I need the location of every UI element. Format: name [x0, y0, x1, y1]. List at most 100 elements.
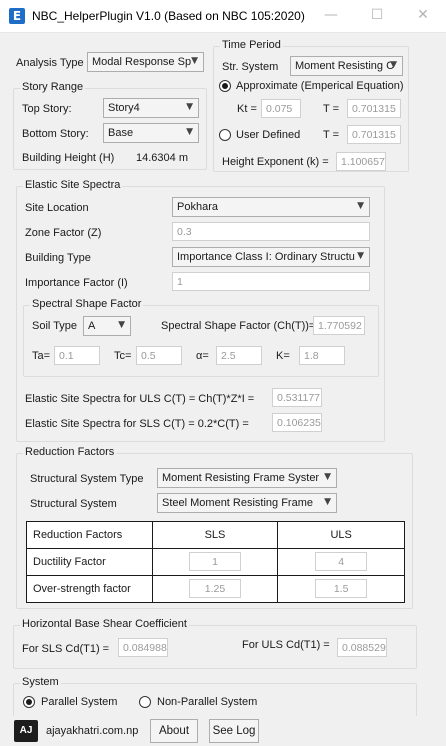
building-height-label: Building Height (H): [22, 152, 115, 164]
table-header-row: Reduction Factors SLS ULS: [26, 521, 405, 549]
bottom-story-label: Bottom Story:: [22, 128, 89, 140]
story-range-legend: Story Range: [20, 81, 86, 93]
str-system-label: Str. System: [222, 61, 279, 73]
structural-system-type-label: Structural System Type: [30, 473, 144, 485]
reduction-factors-group: Reduction Factors Structural System Type…: [16, 446, 413, 609]
top-story-select[interactable]: Story4 ▼: [103, 98, 199, 118]
zone-factor-input[interactable]: 0.3: [172, 222, 370, 241]
minimize-button[interactable]: —: [308, 0, 354, 30]
footer-bar: AJ ajayakhatri.com.np About See Log: [0, 716, 446, 746]
user-defined-label: User Defined: [236, 129, 301, 141]
maximize-icon: ☐: [370, 7, 384, 23]
chevron-down-icon: ▼: [118, 320, 125, 330]
bottom-story-select[interactable]: Base ▼: [103, 123, 199, 143]
analysis-type-select[interactable]: Modal Response Sp ▼: [87, 52, 204, 72]
table-row: Ductility Factor 1 4: [26, 548, 405, 576]
soil-type-label: Soil Type: [32, 320, 78, 332]
ta-input[interactable]: 0.1: [54, 346, 100, 365]
time-period-legend: Time Period: [220, 39, 283, 51]
sls-spectra-label: Elastic Site Spectra for SLS C(T) = 0.2*…: [25, 418, 249, 430]
non-parallel-system-radio[interactable]: [139, 696, 151, 708]
see-log-button[interactable]: See Log: [209, 719, 259, 743]
structural-system-label: Structural System: [30, 498, 117, 510]
t-approx-label: T =: [323, 103, 340, 115]
approximate-label: Approximate (Emperical Equation): [236, 80, 404, 92]
table-header-cell: SLS: [151, 521, 279, 549]
website-link[interactable]: ajayakhatri.com.np: [46, 725, 138, 737]
about-button[interactable]: About: [150, 719, 198, 743]
spectral-shape-factor-legend: Spectral Shape Factor: [30, 298, 144, 310]
sls-cd-input[interactable]: 0.084988: [118, 638, 168, 657]
t-user-input[interactable]: 0.701315: [347, 125, 401, 144]
alpha-label: α=: [196, 350, 209, 362]
spectral-shape-factor-label: Spectral Shape Factor (Ch(T))=: [161, 320, 316, 332]
approximate-radio[interactable]: [219, 80, 231, 92]
analysis-type-label: Analysis Type: [16, 57, 84, 69]
alpha-input[interactable]: 2.5: [216, 346, 262, 365]
non-parallel-system-label: Non-Parallel System: [157, 696, 258, 708]
tc-label: Tc=: [114, 350, 132, 362]
t-user-label: T =: [323, 129, 340, 141]
zone-factor-label: Zone Factor (Z): [25, 227, 102, 239]
overstrength-uls-input[interactable]: 1.5: [315, 579, 368, 598]
reduction-factors-legend: Reduction Factors: [23, 446, 117, 458]
chevron-down-icon: ▼: [186, 102, 193, 112]
ta-label: Ta=: [32, 350, 51, 362]
overstrength-factor-label: Over-strength factor: [26, 575, 153, 603]
spectral-shape-factor-input[interactable]: 1.770592: [313, 316, 365, 335]
maximize-button[interactable]: ☐: [354, 0, 400, 30]
time-period-group: Time Period Str. System Moment Resisting…: [213, 39, 409, 172]
spectral-shape-factor-group: Spectral Shape Factor Soil Type A ▼ Spect…: [23, 298, 379, 377]
title-bar: E NBC_HelperPlugin V1.0 (Based on NBC 10…: [0, 0, 446, 32]
table-header-cell: ULS: [277, 521, 405, 549]
base-shear-coefficient-group: Horizontal Base Shear Coefficient For SL…: [13, 618, 417, 669]
tc-input[interactable]: 0.5: [136, 346, 182, 365]
height-exponent-input[interactable]: 1.100657: [336, 152, 386, 171]
chevron-down-icon: ▼: [324, 497, 331, 507]
story-range-group: Story Range Top Story: Story4 ▼ Bottom St…: [13, 81, 207, 170]
str-system-select[interactable]: Moment Resisting C ▼: [290, 56, 403, 76]
reduction-factors-table: Reduction Factors SLS ULS Ductility Fact…: [26, 521, 405, 603]
uls-cd-label: For ULS Cd(T1) =: [242, 639, 330, 651]
site-location-select[interactable]: Pokhara ▼: [172, 197, 370, 217]
close-button[interactable]: ✕: [400, 0, 446, 30]
building-height-value: 14.6304 m: [136, 152, 188, 164]
parallel-system-label: Parallel System: [41, 696, 118, 708]
base-shear-coefficient-legend: Horizontal Base Shear Coefficient: [20, 618, 189, 630]
sls-cd-label: For SLS Cd(T1) =: [22, 643, 110, 655]
ductility-sls-input[interactable]: 1: [189, 552, 241, 571]
structural-system-type-select[interactable]: Moment Resisting Frame Syster ▼: [157, 468, 337, 488]
building-type-label: Building Type: [25, 252, 91, 264]
chevron-down-icon: ▼: [357, 201, 364, 211]
elastic-site-spectra-legend: Elastic Site Spectra: [23, 179, 123, 191]
user-defined-radio[interactable]: [219, 129, 231, 141]
window-title: NBC_HelperPlugin V1.0 (Based on NBC 105:…: [32, 9, 305, 23]
structural-system-select[interactable]: Steel Moment Resisting Frame ▼: [157, 493, 337, 513]
k-input[interactable]: 1.8: [299, 346, 345, 365]
top-story-label: Top Story:: [22, 103, 72, 115]
k-label: K=: [276, 350, 290, 362]
chevron-down-icon: ▼: [390, 60, 397, 70]
uls-cd-input[interactable]: 0.088529: [337, 638, 387, 657]
uls-spectra-input[interactable]: 0.531177: [272, 388, 322, 407]
ductility-uls-input[interactable]: 4: [315, 552, 368, 571]
app-icon: E: [9, 8, 25, 24]
importance-factor-label: Importance Factor (I): [25, 277, 128, 289]
importance-factor-input[interactable]: 1: [172, 272, 370, 291]
main-panel: Analysis Type Modal Response Sp ▼ Story R…: [0, 32, 446, 746]
sls-spectra-input[interactable]: 0.106235: [272, 413, 322, 432]
table-row: Over-strength factor 1.25 1.5: [26, 575, 405, 603]
t-approx-input[interactable]: 0.701315: [347, 99, 401, 118]
minimize-icon: —: [324, 7, 338, 23]
soil-type-select[interactable]: A ▼: [83, 316, 131, 336]
chevron-down-icon: ▼: [357, 251, 364, 261]
parallel-system-radio[interactable]: [23, 696, 35, 708]
aj-logo: AJ: [14, 720, 38, 742]
overstrength-sls-input[interactable]: 1.25: [189, 579, 241, 598]
kt-input[interactable]: 0.075: [261, 99, 301, 118]
building-type-select[interactable]: Importance Class I: Ordinary Structu ▼: [172, 247, 370, 267]
uls-spectra-label: Elastic Site Spectra for ULS C(T) = Ch(T…: [25, 393, 255, 405]
kt-label: Kt =: [237, 103, 257, 115]
height-exponent-label: Height Exponent (k) =: [222, 156, 329, 168]
chevron-down-icon: ▼: [191, 56, 198, 66]
